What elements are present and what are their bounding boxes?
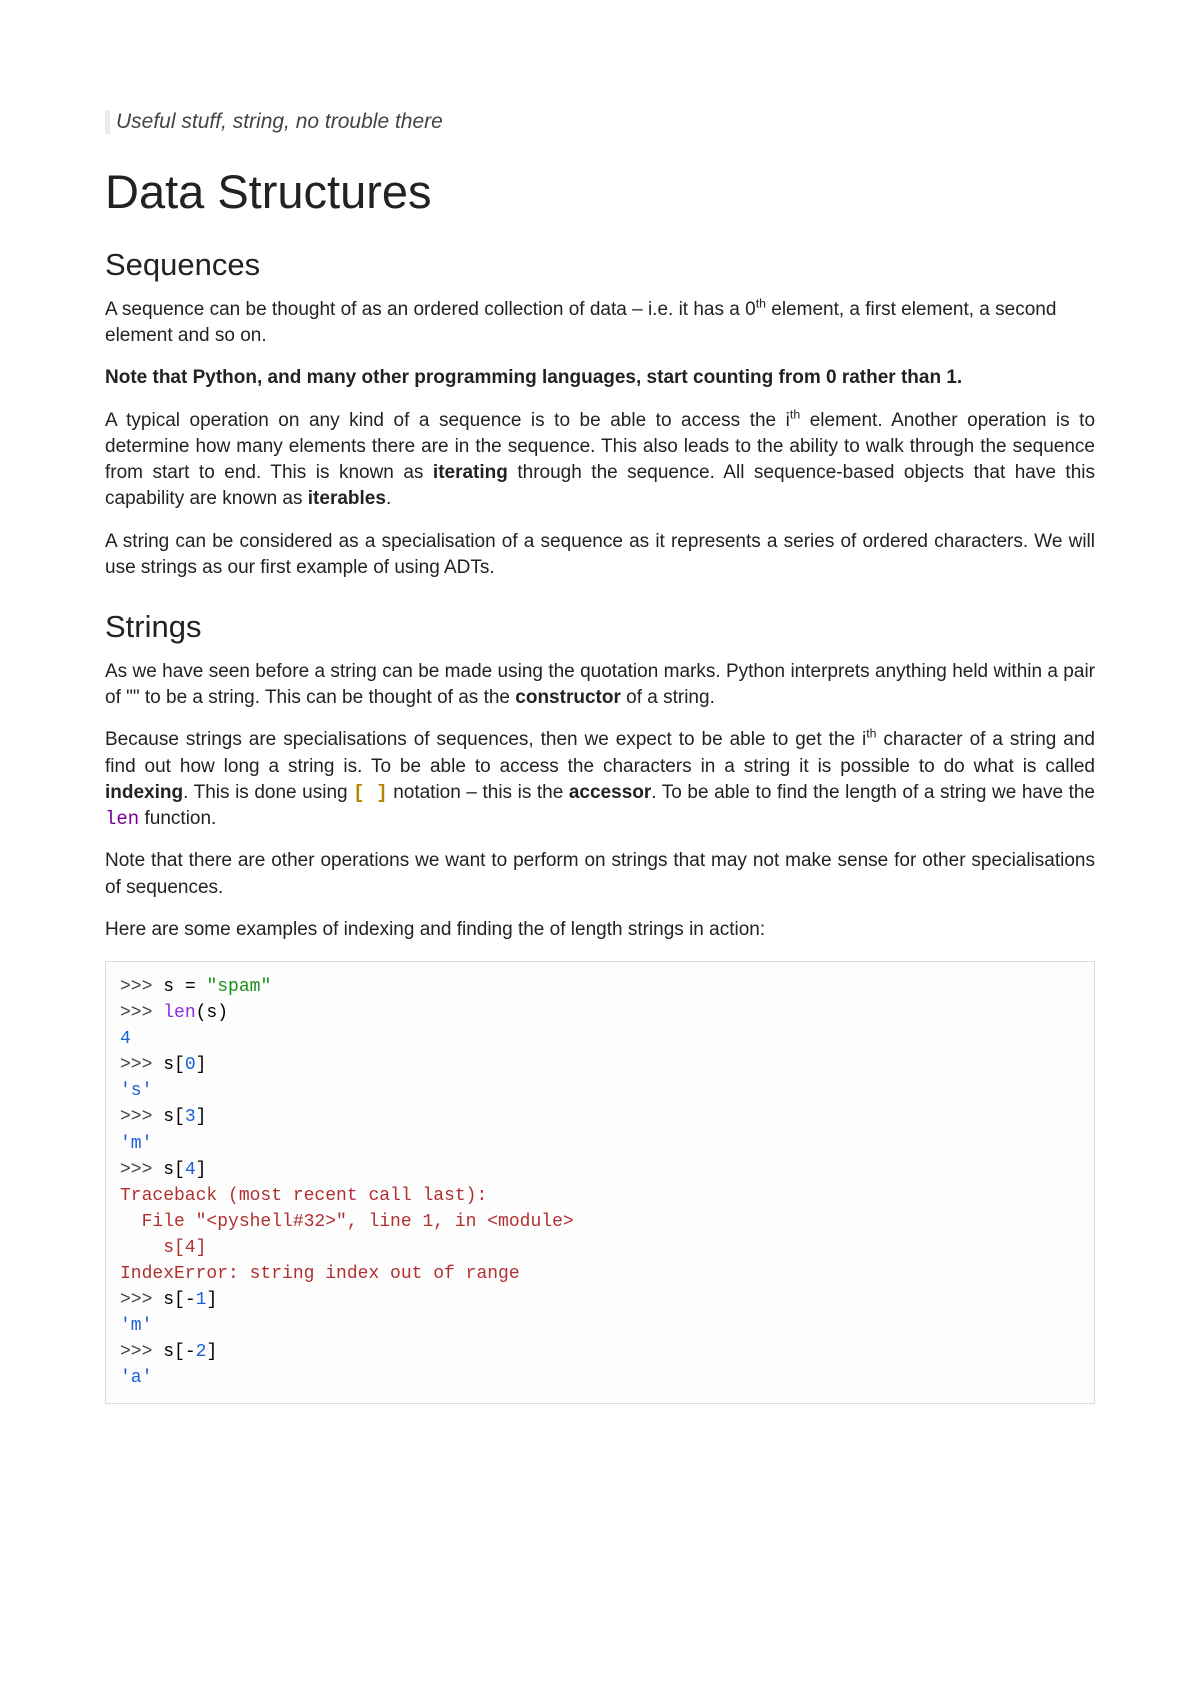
len-function: len bbox=[105, 808, 139, 830]
term-constructor: constructor bbox=[515, 687, 621, 708]
code: ] bbox=[206, 1342, 217, 1362]
brackets-icon: [ ] bbox=[353, 782, 387, 804]
number: 0 bbox=[185, 1055, 196, 1075]
prompt: >>> bbox=[120, 1160, 163, 1180]
text: Because strings are specialisations of s… bbox=[105, 729, 866, 750]
note-bold: Note that Python, and many other program… bbox=[105, 367, 962, 388]
seq-paragraph-1: A sequence can be thought of as an order… bbox=[105, 297, 1095, 349]
code-example: >>> s = "spam" >>> len(s) 4 >>> s[0] 's'… bbox=[105, 961, 1095, 1405]
code: ] bbox=[196, 1160, 207, 1180]
number: 1 bbox=[196, 1290, 207, 1310]
output: 'm' bbox=[120, 1316, 152, 1336]
prompt: >>> bbox=[120, 1342, 163, 1362]
seq-note-bold: Note that Python, and many other program… bbox=[105, 365, 1095, 391]
text: . This is done using bbox=[183, 782, 353, 803]
term-iterables: iterables bbox=[308, 488, 386, 509]
number: 2 bbox=[196, 1342, 207, 1362]
string-literal: "spam" bbox=[206, 977, 271, 997]
code: ] bbox=[196, 1107, 207, 1127]
text: function. bbox=[139, 808, 216, 829]
text: . bbox=[386, 488, 391, 509]
traceback: Traceback (most recent call last): bbox=[120, 1186, 487, 1206]
prompt: >>> bbox=[120, 1055, 163, 1075]
prompt: >>> bbox=[120, 1290, 163, 1310]
code: s[- bbox=[163, 1290, 195, 1310]
code: s = bbox=[163, 977, 206, 997]
output: 'a' bbox=[120, 1368, 152, 1388]
seq-paragraph-3: A string can be considered as a speciali… bbox=[105, 529, 1095, 581]
ordinal-suffix: th bbox=[790, 407, 800, 421]
number: 3 bbox=[185, 1107, 196, 1127]
intro-note: Useful stuff, string, no trouble there bbox=[105, 110, 1095, 134]
text: of a string. bbox=[621, 687, 715, 708]
page-title: Data Structures bbox=[105, 164, 1095, 219]
output: 4 bbox=[120, 1029, 131, 1049]
text: notation – this is the bbox=[388, 782, 569, 803]
code: s[ bbox=[163, 1107, 185, 1127]
ordinal-suffix: th bbox=[866, 727, 876, 741]
traceback: s[4] bbox=[120, 1238, 206, 1258]
term-indexing: indexing bbox=[105, 782, 183, 803]
term-iterating: iterating bbox=[433, 462, 508, 483]
code: (s) bbox=[196, 1003, 228, 1023]
number: 4 bbox=[185, 1160, 196, 1180]
seq-paragraph-2: A typical operation on any kind of a seq… bbox=[105, 408, 1095, 513]
str-paragraph-2: Because strings are specialisations of s… bbox=[105, 727, 1095, 832]
term-accessor: accessor bbox=[569, 782, 651, 803]
prompt: >>> bbox=[120, 1107, 163, 1127]
heading-strings: Strings bbox=[105, 609, 1095, 645]
traceback: File "<pyshell#32>", line 1, in <module> bbox=[120, 1212, 574, 1232]
code: s[- bbox=[163, 1342, 195, 1362]
prompt: >>> bbox=[120, 977, 163, 997]
str-paragraph-1: As we have seen before a string can be m… bbox=[105, 659, 1095, 711]
str-paragraph-3: Note that there are other operations we … bbox=[105, 848, 1095, 900]
traceback: IndexError: string index out of range bbox=[120, 1264, 520, 1284]
text: . To be able to find the length of a str… bbox=[651, 782, 1095, 803]
code: s[ bbox=[163, 1055, 185, 1075]
str-paragraph-4: Here are some examples of indexing and f… bbox=[105, 917, 1095, 943]
code: ] bbox=[206, 1290, 217, 1310]
builtin-len: len bbox=[163, 1003, 195, 1023]
code: s[ bbox=[163, 1160, 185, 1180]
document-page: Useful stuff, string, no trouble there D… bbox=[0, 0, 1200, 1697]
text: A sequence can be thought of as an order… bbox=[105, 299, 756, 320]
text: A typical operation on any kind of a seq… bbox=[105, 410, 790, 431]
output: 's' bbox=[120, 1081, 152, 1101]
ordinal-suffix: th bbox=[756, 297, 766, 311]
heading-sequences: Sequences bbox=[105, 247, 1095, 283]
output: 'm' bbox=[120, 1134, 152, 1154]
code: ] bbox=[196, 1055, 207, 1075]
prompt: >>> bbox=[120, 1003, 163, 1023]
